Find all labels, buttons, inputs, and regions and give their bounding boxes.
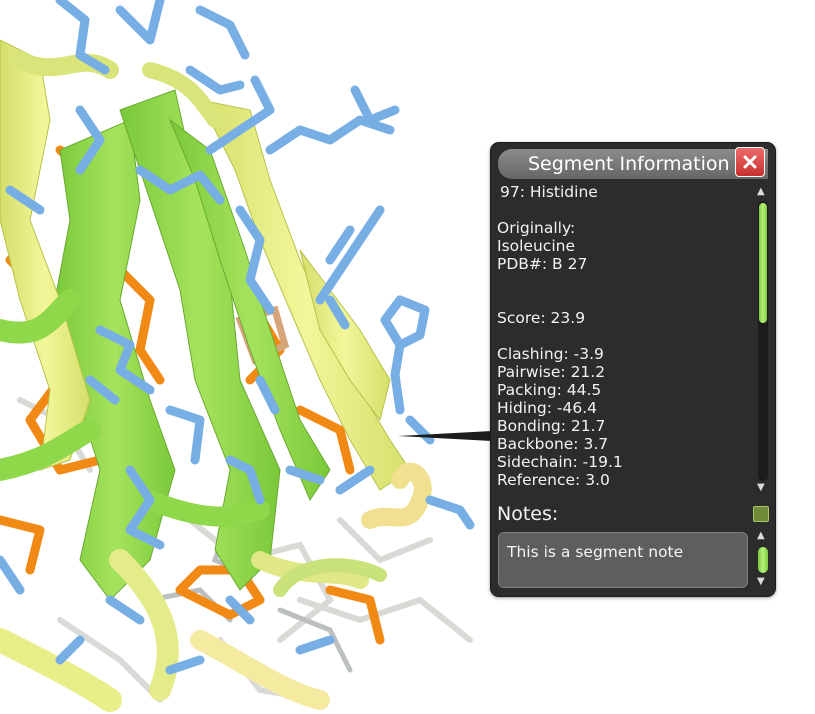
pdb-number: PDB#: B 27 bbox=[497, 255, 588, 273]
leader-line bbox=[398, 431, 492, 441]
notes-field[interactable]: This is a segment note bbox=[498, 532, 748, 588]
notes-scrollbar[interactable]: ▲ ▼ bbox=[756, 531, 770, 589]
score-term-sidechain: Sidechain: -19.1 bbox=[497, 453, 623, 471]
notes-scroll-down-icon[interactable]: ▼ bbox=[757, 577, 765, 587]
scroll-down-arrow-icon[interactable]: ▼ bbox=[757, 483, 765, 493]
notes-label: Notes: bbox=[497, 503, 559, 525]
scroll-up-arrow-icon[interactable]: ▲ bbox=[757, 187, 765, 197]
notes-icon[interactable] bbox=[753, 506, 769, 522]
panel-title: Segment Information bbox=[528, 153, 730, 175]
score-term-pairwise: Pairwise: 21.2 bbox=[497, 363, 606, 381]
notes-scroll-up-icon[interactable]: ▲ bbox=[757, 531, 765, 541]
score-term-bonding: Bonding: 21.7 bbox=[497, 417, 606, 435]
details-scrollbar[interactable]: ▲ ▼ bbox=[756, 187, 770, 495]
close-button[interactable] bbox=[735, 147, 765, 177]
score-term-reference: Reference: 3.0 bbox=[497, 471, 610, 489]
originally-label: Originally: bbox=[497, 219, 576, 237]
score-term-backbone: Backbone: 3.7 bbox=[497, 435, 609, 453]
score-term-packing: Packing: 44.5 bbox=[497, 381, 602, 399]
score-term-clashing: Clashing: -3.9 bbox=[497, 345, 604, 363]
segment-details: 97: Histidine Originally: Isoleucine PDB… bbox=[497, 183, 749, 495]
scroll-thumb[interactable] bbox=[759, 203, 767, 323]
score-term-hiding: Hiding: -46.4 bbox=[497, 399, 598, 417]
scroll-track[interactable] bbox=[758, 201, 768, 481]
segment-heading: 97: Histidine bbox=[500, 183, 598, 201]
notes-scroll-thumb[interactable] bbox=[758, 547, 768, 573]
close-icon bbox=[743, 155, 757, 169]
segment-information-panel: Segment Information 97: Histidine Origin… bbox=[490, 142, 776, 597]
original-residue: Isoleucine bbox=[497, 237, 575, 255]
panel-title-bar[interactable]: Segment Information bbox=[498, 149, 768, 179]
score-value: Score: 23.9 bbox=[497, 309, 586, 327]
